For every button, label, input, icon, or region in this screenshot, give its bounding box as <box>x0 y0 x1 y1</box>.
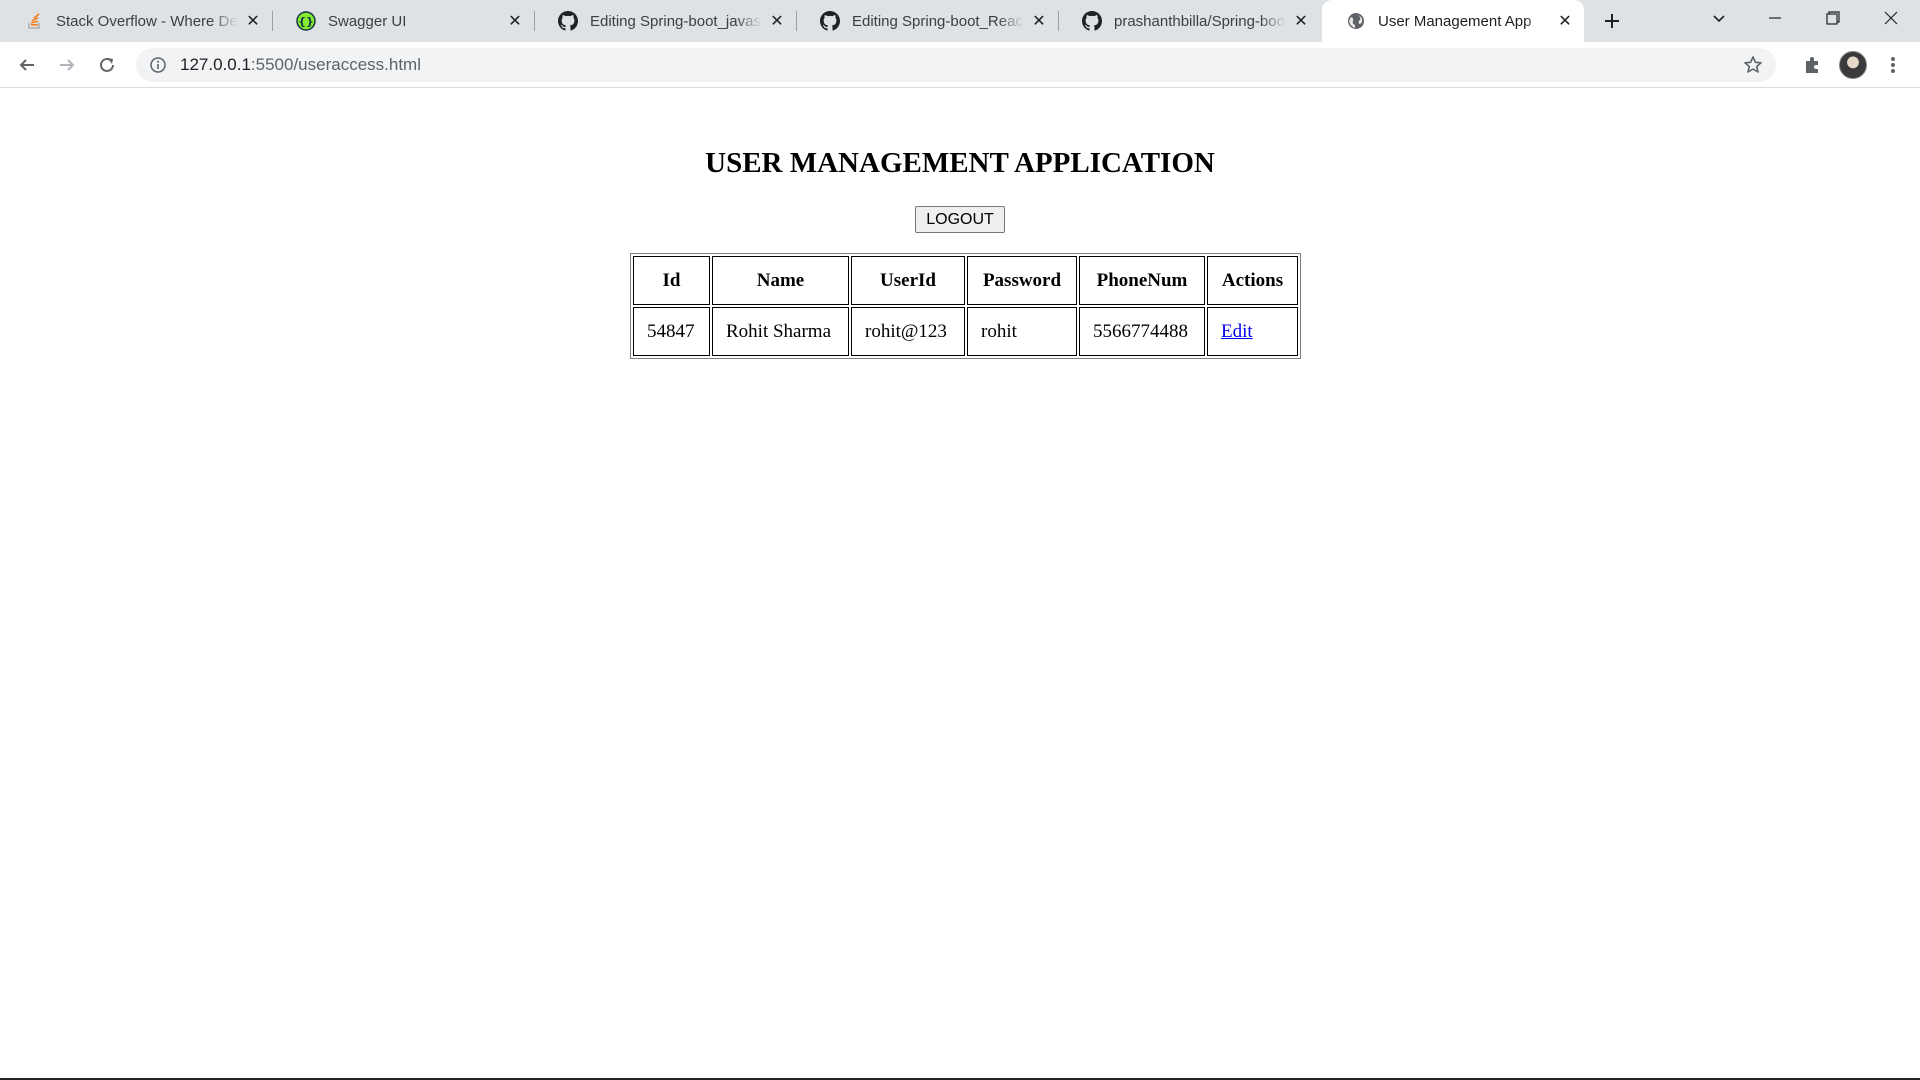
reload-icon <box>100 57 114 72</box>
tab-title: Stack Overflow - Where Developers Learn,… <box>56 12 238 30</box>
stackoverflow-icon <box>24 11 44 31</box>
tab-editing-javascript[interactable]: Editing Spring-boot_javascript ✕ <box>534 0 797 42</box>
close-icon[interactable]: ✕ <box>242 10 264 32</box>
minimize-button[interactable] <box>1750 0 1800 36</box>
swagger-icon: {} <box>296 11 316 31</box>
browser-tabstrip: Stack Overflow - Where Developers Learn,… <box>0 0 1920 42</box>
cell-actions: Edit <box>1207 307 1298 356</box>
github-icon <box>558 11 578 31</box>
new-tab-button[interactable] <box>1598 7 1626 35</box>
restore-icon <box>1826 11 1840 25</box>
close-icon <box>1884 11 1898 25</box>
address-bar[interactable]: 127.0.0.1:5500/useraccess.html <box>136 48 1776 82</box>
browser-toolbar: 127.0.0.1:5500/useraccess.html <box>0 42 1920 88</box>
cell-id: 54847 <box>633 307 710 356</box>
address-url[interactable]: 127.0.0.1:5500/useraccess.html <box>180 55 421 75</box>
close-icon[interactable]: ✕ <box>1028 10 1050 32</box>
globe-icon <box>1346 11 1366 31</box>
table-header-row: Id Name UserId Password PhoneNum Actions <box>633 256 1298 305</box>
tab-swagger-ui[interactable]: {} Swagger UI ✕ <box>272 0 535 42</box>
cell-userid: rohit@123 <box>851 307 965 356</box>
logout-button[interactable]: LOGOUT <box>915 206 1005 233</box>
info-icon[interactable] <box>148 55 168 75</box>
browser-menu-button[interactable] <box>1878 50 1908 80</box>
chevron-down-icon <box>1713 15 1725 23</box>
plus-icon <box>1605 14 1619 28</box>
header-id: Id <box>633 256 710 305</box>
header-actions: Actions <box>1207 256 1298 305</box>
tab-stack-overflow[interactable]: Stack Overflow - Where Developers Learn,… <box>0 0 273 42</box>
tab-search-button[interactable] <box>1694 0 1744 36</box>
tab-title: User Management App <box>1378 12 1532 30</box>
header-phonenum: PhoneNum <box>1079 256 1205 305</box>
minimize-icon <box>1769 17 1781 19</box>
close-icon[interactable]: ✕ <box>1290 10 1312 32</box>
cell-phone: 5566774488 <box>1079 307 1205 356</box>
back-button[interactable] <box>12 50 42 80</box>
bookmark-star-icon[interactable] <box>1742 54 1764 76</box>
reload-button[interactable] <box>92 50 122 80</box>
close-window-button[interactable] <box>1866 0 1916 36</box>
tab-title: Swagger UI <box>328 12 407 30</box>
cell-password: rohit <box>967 307 1077 356</box>
header-userid: UserId <box>851 256 965 305</box>
tab-title: prashanthbilla/Spring-boot <box>1114 12 1286 30</box>
edit-link[interactable]: Edit <box>1221 321 1253 342</box>
profile-avatar[interactable] <box>1839 51 1867 79</box>
puzzle-icon <box>1806 57 1818 73</box>
cell-name: Rohit Sharma <box>712 307 849 356</box>
page-title: USER MANAGEMENT APPLICATION <box>705 147 1215 179</box>
close-icon[interactable]: ✕ <box>766 10 788 32</box>
url-host: 127.0.0.1 <box>180 55 251 74</box>
page-content: USER MANAGEMENT APPLICATION LOGOUT Id Na… <box>0 89 1920 1078</box>
extensions-button[interactable] <box>1797 50 1827 80</box>
tab-editing-reactjs[interactable]: Editing Spring-boot_ReactJs ✕ <box>796 0 1059 42</box>
users-table: Id Name UserId Password PhoneNum Actions… <box>630 253 1301 359</box>
tab-title: Editing Spring-boot_javascript <box>590 12 762 30</box>
url-path: :5500/useraccess.html <box>250 55 421 74</box>
header-name: Name <box>712 256 849 305</box>
arrow-left-icon <box>19 59 34 71</box>
forward-button[interactable] <box>52 50 82 80</box>
restore-button[interactable] <box>1808 0 1858 36</box>
more-vertical-icon <box>1891 57 1895 73</box>
tab-github-repo[interactable]: prashanthbilla/Spring-boot ✕ <box>1058 0 1320 42</box>
tab-title: Editing Spring-boot_ReactJs <box>852 12 1024 30</box>
tab-user-management-app[interactable]: User Management App ✕ <box>1322 0 1584 42</box>
table-row: 54847 Rohit Sharma rohit@123 rohit 55667… <box>633 307 1298 356</box>
close-icon[interactable]: ✕ <box>1554 10 1576 32</box>
close-icon[interactable]: ✕ <box>504 10 526 32</box>
github-icon <box>820 11 840 31</box>
svg-text:{}: {} <box>298 15 314 28</box>
arrow-right-icon <box>60 59 75 71</box>
github-icon <box>1082 11 1102 31</box>
header-password: Password <box>967 256 1077 305</box>
